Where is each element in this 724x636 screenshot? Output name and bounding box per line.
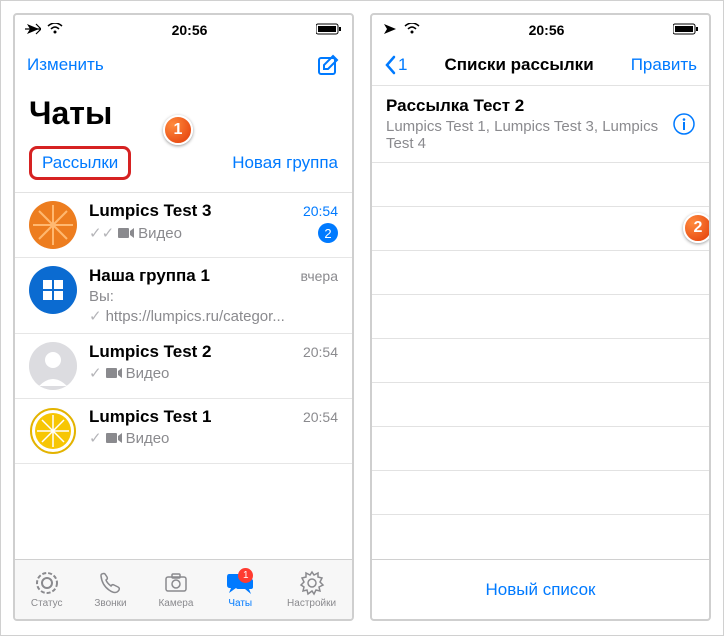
battery-icon <box>316 22 342 38</box>
chat-row[interactable]: Lumpics Test 1 20:54 ✓ Видео <box>15 399 352 464</box>
chat-time: вчера <box>301 268 338 284</box>
annotation-2: 2 <box>683 213 711 243</box>
read-tick-icon: ✓ <box>89 429 102 447</box>
broadcast-row[interactable]: Рассылка Тест 2 Lumpics Test 1, Lumpics … <box>372 86 709 163</box>
wifi-icon <box>404 22 420 38</box>
chat-time: 20:54 <box>303 344 338 360</box>
edit-button[interactable]: Изменить <box>27 55 104 75</box>
tab-camera[interactable]: Камера <box>158 570 193 609</box>
tab-settings[interactable]: Настройки <box>287 570 336 609</box>
nav-bar: Изменить <box>15 45 352 85</box>
chat-name: Lumpics Test 2 <box>89 342 212 362</box>
nav-bar: 1 Списки рассылки Править <box>372 45 709 85</box>
chevron-left-icon <box>384 55 396 75</box>
chat-row[interactable]: Lumpics Test 3 20:54 ✓✓ Видео 2 <box>15 193 352 258</box>
nav-title: Списки рассылки <box>407 55 630 75</box>
broadcasts-label: Рассылки <box>42 153 118 172</box>
chat-time: 20:54 <box>303 409 338 425</box>
avatar <box>29 201 77 249</box>
chat-name: Lumpics Test 3 <box>89 201 212 221</box>
chat-name: Наша группа 1 <box>89 266 210 286</box>
chat-row[interactable]: Наша группа 1 вчера Вы: ✓ https://lumpic… <box>15 258 352 334</box>
read-tick-icon: ✓ <box>89 364 102 382</box>
video-icon <box>106 365 122 382</box>
status-time: 20:56 <box>172 22 208 38</box>
tab-label: Чаты <box>228 598 252 609</box>
tab-label: Статус <box>31 598 63 609</box>
read-ticks-icon: ✓✓ <box>89 224 114 242</box>
back-label: 1 <box>398 55 407 75</box>
phone-left: 20:56 Изменить Чаты 1 Рассылки Новая гру… <box>13 13 354 621</box>
info-icon <box>673 113 695 135</box>
airplane-icon <box>382 22 398 39</box>
chat-list: Lumpics Test 3 20:54 ✓✓ Видео 2 <box>15 193 352 559</box>
chat-snippet: https://lumpics.ru/categor... <box>106 308 285 325</box>
chat-snippet: Видео <box>138 225 182 242</box>
compose-button[interactable] <box>316 53 340 77</box>
avatar <box>29 407 77 455</box>
broadcast-title: Рассылка Тест 2 <box>386 96 695 116</box>
annotation-1: 1 <box>163 115 193 145</box>
wifi-icon <box>47 22 63 38</box>
status-bar: 20:56 <box>372 15 709 45</box>
unread-badge: 2 <box>318 223 338 243</box>
battery-icon <box>673 22 699 38</box>
info-button[interactable] <box>673 113 695 135</box>
read-tick-icon: ✓ <box>89 307 102 325</box>
new-group-link[interactable]: Новая группа <box>232 153 338 173</box>
new-list-label: Новый список <box>486 580 596 600</box>
video-icon <box>118 225 134 242</box>
empty-rows: 2 <box>372 163 709 559</box>
tab-bar: Статус Звонки Камера 1 Чаты Настройки <box>15 559 352 619</box>
chat-row[interactable]: Lumpics Test 2 20:54 ✓ Видео <box>15 334 352 399</box>
tab-label: Настройки <box>287 598 336 609</box>
broadcast-recipients: Lumpics Test 1, Lumpics Test 3, Lumpics … <box>386 118 695 152</box>
new-list-button[interactable]: Новый список <box>372 559 709 619</box>
edit-button[interactable]: Править <box>631 55 697 75</box>
chat-prefix: Вы: <box>89 288 114 305</box>
back-button[interactable]: 1 <box>384 55 407 75</box>
airplane-icon <box>25 22 41 39</box>
broadcasts-link[interactable]: Рассылки <box>29 146 131 180</box>
chat-time: 20:54 <box>303 203 338 219</box>
tab-label: Звонки <box>94 598 126 609</box>
status-time: 20:56 <box>529 22 565 38</box>
tab-chats[interactable]: 1 Чаты <box>225 570 255 609</box>
avatar <box>29 266 77 314</box>
video-icon <box>106 430 122 447</box>
phone-right: 20:56 1 Списки рассылки Править Рассылка… <box>370 13 711 621</box>
chat-name: Lumpics Test 1 <box>89 407 212 427</box>
status-bar: 20:56 <box>15 15 352 45</box>
tab-calls[interactable]: Звонки <box>94 570 126 609</box>
chat-snippet: Видео <box>126 365 170 382</box>
tab-label: Камера <box>158 598 193 609</box>
tab-status[interactable]: Статус <box>31 570 63 609</box>
avatar <box>29 342 77 390</box>
chat-snippet: Видео <box>126 430 170 447</box>
